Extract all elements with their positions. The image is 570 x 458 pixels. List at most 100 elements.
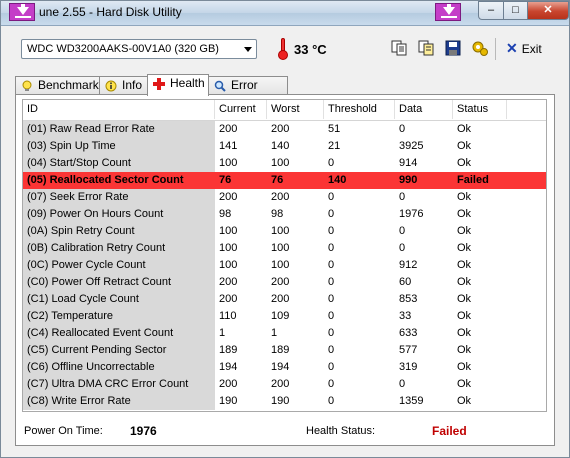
- cell-current: 100: [219, 242, 238, 254]
- cell-data: 319: [399, 361, 418, 373]
- column-header-threshold[interactable]: Threshold: [324, 100, 395, 119]
- table-row[interactable]: (09) Power On Hours Count 98 98 0 1976 Ok: [23, 206, 546, 223]
- cell-current: 1: [219, 327, 226, 339]
- cell-threshold: 0: [328, 157, 335, 169]
- tab-label: Info: [122, 78, 143, 92]
- cell-data: 0: [399, 225, 406, 237]
- cell-status: Ok: [457, 242, 472, 254]
- health-panel: ID Current Worst Threshold Data Status (…: [15, 94, 555, 446]
- cell-worst: 200: [271, 276, 290, 288]
- drive-select[interactable]: WDC WD3200AAKS-00V1A0 (320 GB): [21, 39, 257, 59]
- cell-threshold: 0: [328, 208, 335, 220]
- table-row[interactable]: (0B) Calibration Retry Count 100 100 0 0 Ok: [23, 240, 546, 257]
- cell-status: Failed: [457, 174, 489, 186]
- table-row[interactable]: (07) Seek Error Rate 200 200 0 0 Ok: [23, 189, 546, 206]
- table-row[interactable]: (C4) Reallocated Event Count 1 1 0 633 Ok: [23, 325, 546, 342]
- column-header-data[interactable]: Data: [395, 100, 453, 119]
- column-header-current[interactable]: Current: [215, 100, 267, 119]
- tab-benchmark[interactable]: Benchmark: [15, 76, 100, 95]
- table-row[interactable]: (04) Start/Stop Count 100 100 0 914 Ok: [23, 155, 546, 172]
- table-row[interactable]: (C8) Write Error Rate 190 190 0 1359 Ok: [23, 393, 546, 410]
- cell-threshold: 0: [328, 378, 335, 390]
- cell-id: (C1) Load Cycle Count: [23, 291, 215, 308]
- column-header-worst[interactable]: Worst: [267, 100, 324, 119]
- cell-data: 1976: [399, 208, 424, 220]
- cell-data: 990: [399, 174, 418, 186]
- table-row[interactable]: (C5) Current Pending Sector 189 189 0 577 Ok: [23, 342, 546, 359]
- cell-current: 189: [219, 344, 238, 356]
- cell-id: (C0) Power Off Retract Count: [23, 274, 215, 291]
- cell-threshold: 140: [328, 174, 347, 186]
- maximize-button[interactable]: □: [503, 1, 528, 20]
- cell-current: 110: [219, 310, 237, 322]
- temperature-value: 33 °C: [294, 42, 327, 57]
- copy-icon[interactable]: [390, 39, 408, 57]
- cell-status: Ok: [457, 140, 472, 152]
- cell-id: (0A) Spin Retry Count: [23, 223, 215, 240]
- column-header-status[interactable]: Status: [453, 100, 507, 119]
- tab-health[interactable]: Health: [147, 74, 209, 96]
- cell-worst: 200: [271, 378, 290, 390]
- cell-current: 200: [219, 378, 238, 390]
- cell-status: Ok: [457, 225, 472, 237]
- tray-download-icon[interactable]: [435, 3, 461, 21]
- tab-info[interactable]: Info: [99, 76, 148, 95]
- tab-error-scan[interactable]: Error Scan: [208, 76, 288, 109]
- table-row[interactable]: (C0) Power Off Retract Count 200 200 0 60 Ok: [23, 274, 546, 291]
- cell-worst: 190: [271, 395, 290, 407]
- cell-status: Ok: [457, 123, 472, 135]
- cell-data: 1359: [399, 395, 424, 407]
- cell-id: (C8) Write Error Rate: [23, 393, 215, 410]
- window-title: une 2.55 - Hard Disk Utility: [39, 5, 182, 19]
- table-row[interactable]: (C6) Offline Uncorrectable 194 194 0 319 Ok: [23, 359, 546, 376]
- cell-threshold: 0: [328, 191, 335, 203]
- table-row[interactable]: (01) Raw Read Error Rate 200 200 51 0 Ok: [23, 121, 546, 138]
- copy-all-icon[interactable]: [417, 39, 435, 57]
- table-row[interactable]: (05) Reallocated Sector Count 76 76 140 990 F…: [23, 172, 546, 189]
- cell-id: (0B) Calibration Retry Count: [23, 240, 215, 257]
- cell-threshold: 0: [328, 361, 335, 373]
- cell-current: 200: [219, 293, 238, 305]
- table-row[interactable]: (03) Spin Up Time 141 140 21 3925 Ok: [23, 138, 546, 155]
- cell-threshold: 0: [328, 344, 335, 356]
- cell-worst: 100: [271, 157, 290, 169]
- cell-worst: 200: [271, 293, 290, 305]
- cell-current: 200: [219, 123, 238, 135]
- minimize-button[interactable]: –: [478, 1, 504, 20]
- status-footer: Power On Time: 1976 Health Status: Faile…: [16, 415, 554, 445]
- cell-data: 853: [399, 293, 418, 305]
- cell-threshold: 0: [328, 225, 335, 237]
- title-bar[interactable]: une 2.55 - Hard Disk Utility – □ ✕: [1, 1, 569, 26]
- table-row[interactable]: (0A) Spin Retry Count 100 100 0 0 Ok: [23, 223, 546, 240]
- cell-data: 914: [399, 157, 418, 169]
- cell-status: Ok: [457, 259, 472, 271]
- cell-current: 200: [219, 191, 238, 203]
- cell-current: 190: [219, 395, 238, 407]
- cell-threshold: 0: [328, 310, 335, 322]
- cell-current: 194: [219, 361, 238, 373]
- cell-data: 0: [399, 378, 406, 390]
- app-download-icon[interactable]: [9, 3, 35, 21]
- lightbulb-icon: [22, 80, 32, 91]
- cell-data: 60: [399, 276, 412, 288]
- table-row[interactable]: (C2) Temperature 110 109 0 33 Ok: [23, 308, 546, 325]
- cell-id: (C2) Temperature: [23, 308, 215, 325]
- drive-select-value: WDC WD3200AAKS-00V1A0 (320 GB): [27, 43, 219, 55]
- table-header: ID Current Worst Threshold Data Status: [23, 100, 546, 121]
- tab-label: Benchmark: [38, 78, 99, 92]
- options-icon[interactable]: [471, 39, 489, 57]
- table-row[interactable]: (C7) Ultra DMA CRC Error Count 200 200 0 0 Ok: [23, 376, 546, 393]
- cell-id: (0C) Power Cycle Count: [23, 257, 215, 274]
- smart-table[interactable]: ID Current Worst Threshold Data Status (…: [22, 99, 547, 412]
- close-button[interactable]: ✕: [527, 1, 569, 20]
- column-header-id[interactable]: ID: [23, 100, 215, 119]
- cell-status: Ok: [457, 191, 472, 203]
- table-row[interactable]: (0C) Power Cycle Count 100 100 0 912 Ok: [23, 257, 546, 274]
- health-status-label: Health Status:: [306, 425, 376, 437]
- cell-id: (C6) Offline Uncorrectable: [23, 359, 215, 376]
- table-row[interactable]: (C1) Load Cycle Count 200 200 0 853 Ok: [23, 291, 546, 308]
- save-icon[interactable]: [444, 39, 462, 57]
- cell-current: 100: [219, 259, 238, 271]
- cell-status: Ok: [457, 378, 472, 390]
- exit-button[interactable]: ✕ Exit: [506, 40, 542, 58]
